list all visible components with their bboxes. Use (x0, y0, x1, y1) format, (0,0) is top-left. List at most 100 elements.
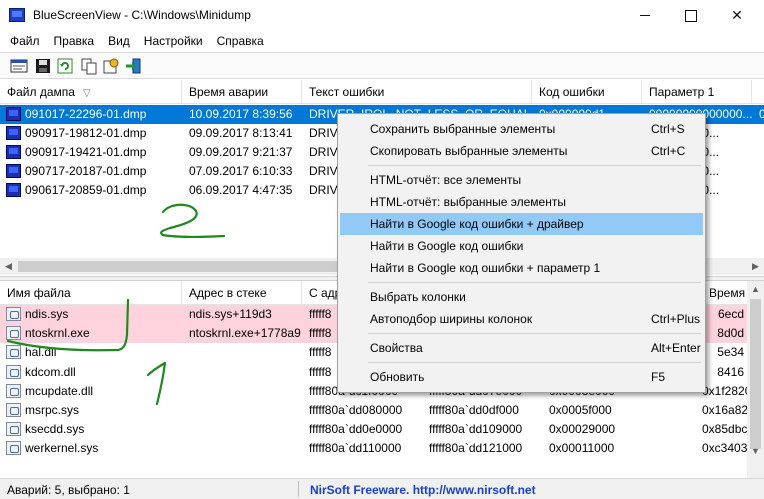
context-menu-item[interactable]: Автоподбор ширины колонок Ctrl+Plus (340, 308, 703, 330)
menu-item-label: Обновить (370, 370, 425, 384)
menu-item-label: Найти в Google код ошибки (370, 239, 524, 253)
close-button[interactable]: ✕ (714, 0, 760, 31)
crash-time-cell: 06.09.2017 4:47:35 (189, 183, 293, 197)
time-stamp-cell: 6ecd (717, 307, 744, 321)
menu-item-shortcut: F5 (651, 370, 666, 384)
context-menu-item[interactable]: HTML-отчёт: все элементы (340, 169, 703, 191)
copy-icon[interactable] (80, 57, 98, 75)
from-address-cell: fffff80a`dd0e0000 (309, 422, 403, 437)
dump-file-cell: 090717-20187-01.dmp (25, 164, 147, 178)
refresh-icon[interactable] (56, 57, 74, 75)
from-address-cell: fffff80a`dd110000 (309, 441, 402, 456)
size-cell: 0x00011000 (549, 441, 615, 456)
context-menu-item[interactable]: Найти в Google код ошибки + параметр 1 (340, 257, 703, 279)
menu-bar: Файл Правка Вид Настройки Справка (0, 31, 764, 51)
col-bug-code[interactable]: Код ошибки (532, 80, 642, 104)
stack-address-cell (182, 382, 302, 401)
exit-icon[interactable] (124, 57, 142, 75)
menu-item-shortcut: Ctrl+S (651, 122, 685, 136)
driver-row[interactable]: msrpc.sys fffff80a`dd080000 fffff80a`dd0df… (0, 401, 747, 420)
dump-file-cell: 091017-22296-01.dmp (25, 107, 147, 121)
context-menu-item[interactable]: Найти в Google код ошибки (340, 235, 703, 257)
menu-view[interactable]: Вид (101, 31, 137, 51)
time-stamp-cell: 8416 (717, 364, 744, 379)
menu-item-label: Скопировать выбранные элементы (370, 144, 568, 158)
col-dump-file-label: Файл дампа (7, 85, 75, 99)
param-2-cell (752, 181, 764, 200)
menu-item-label: Сохранить выбранные элементы (370, 122, 556, 136)
context-menu: Сохранить выбранные элементы Ctrl+S Скопир… (337, 113, 706, 393)
options-icon[interactable] (102, 57, 120, 75)
col-filename[interactable]: Имя файла (0, 281, 182, 305)
col-dump-file[interactable]: Файл дампа ▽ (0, 80, 182, 104)
param-2-cell (752, 162, 764, 181)
to-address-cell: fffff80a`dd0df000 (429, 403, 519, 417)
context-menu-item[interactable]: Свойства Alt+Enter (340, 337, 703, 359)
scroll-up-icon[interactable]: ▲ (747, 281, 764, 298)
context-menu-item[interactable]: Сохранить выбранные элементы Ctrl+S (340, 118, 703, 140)
properties-icon[interactable] (10, 57, 28, 75)
driver-list-vscroll-thumb[interactable] (750, 299, 761, 449)
time-stamp-cell: 0x1f2820a (702, 383, 747, 398)
crash-time-cell: 09.09.2017 9:21:37 (189, 145, 293, 159)
menu-separator (368, 165, 701, 166)
dump-file-cell: 090917-19812-01.dmp (25, 126, 147, 140)
driver-filename-cell: ndis.sys (25, 307, 69, 321)
col-time[interactable]: Время (702, 281, 747, 305)
driver-row[interactable]: ksecdd.sys fffff80a`dd0e0000 fffff80a`dd10… (0, 420, 747, 439)
nirsoft-link[interactable]: NirSoft Freeware. http://www.nirsoft.net (310, 483, 536, 497)
scroll-down-icon[interactable]: ▼ (747, 443, 764, 460)
menu-item-shortcut: Alt+Enter (651, 341, 701, 355)
to-address-cell: fffff80a`dd109000 (429, 422, 523, 437)
window-title: BlueScreenView - C:\Windows\Minidump (33, 8, 251, 22)
menu-separator (368, 282, 701, 283)
menu-item-shortcut: Ctrl+C (651, 144, 686, 158)
menu-item-label: Найти в Google код ошибки + параметр 1 (370, 261, 601, 275)
stack-address-cell (182, 439, 302, 458)
menu-item-label: Свойства (370, 341, 423, 355)
context-menu-item[interactable]: Выбрать колонки (340, 286, 703, 308)
menu-item-label: HTML-отчёт: все элементы (370, 173, 522, 187)
menu-edit[interactable]: Правка (47, 31, 102, 51)
scroll-right-icon[interactable]: ▶ (747, 258, 764, 275)
context-menu-item[interactable]: HTML-отчёт: выбранные элементы (340, 191, 703, 213)
time-stamp-cell: 5e34 (717, 345, 744, 360)
col-stack-address[interactable]: Адрес в стеке (182, 281, 302, 305)
driver-filename-cell: hal.dll (25, 345, 57, 360)
menu-separator (368, 333, 701, 334)
param-2-cell (752, 143, 764, 162)
context-menu-item[interactable]: Скопировать выбранные элементы Ctrl+C (340, 140, 703, 162)
col-crash-time[interactable]: Время аварии (182, 80, 302, 104)
bluescreenview-app-icon (9, 8, 25, 22)
title-bar: BlueScreenView - C:\Windows\Minidump ✕ (0, 0, 764, 31)
dump-file-cell: 090617-20859-01.dmp (25, 183, 147, 197)
dump-file-cell: 090917-19421-01.dmp (25, 145, 147, 159)
stack-address-cell (182, 363, 302, 382)
driver-list-vscrollbar[interactable]: ▲ ▼ (747, 281, 764, 478)
crash-count-status: Аварий: 5, выбрано: 1 (7, 483, 130, 497)
size-cell: 0x00029000 (549, 422, 616, 437)
menu-item-shortcut: Ctrl+Plus (651, 312, 701, 326)
save-icon[interactable] (34, 57, 52, 75)
col-param-1[interactable]: Параметр 1 (642, 80, 752, 104)
scroll-left-icon[interactable]: ◀ (0, 258, 17, 275)
driver-filename-cell: ksecdd.sys (25, 422, 85, 437)
minimize-button[interactable] (622, 0, 668, 31)
context-menu-item[interactable]: Найти в Google код ошибки + драйвер (340, 213, 703, 235)
stack-address-cell: ntoskrnl.exe+1778a9 (189, 326, 301, 341)
menu-item-label: Выбрать колонки (370, 290, 466, 304)
maximize-button[interactable] (668, 0, 714, 31)
menu-item-label: Автоподбор ширины колонок (370, 312, 533, 326)
menu-options[interactable]: Настройки (137, 31, 210, 51)
dump-list-header: Файл дампа ▽ Время аварии Текст ошибки Ко… (0, 80, 764, 104)
driver-filename-cell: kdcom.dll (25, 364, 76, 379)
menu-item-label: Найти в Google код ошибки + драйвер (370, 217, 584, 231)
time-stamp-cell: 0xc3403c42 (702, 441, 747, 456)
col-param-2[interactable] (752, 80, 764, 104)
menu-file[interactable]: Файл (3, 31, 47, 51)
driver-row[interactable]: werkernel.sys fffff80a`dd110000 fffff80a`d… (0, 439, 747, 458)
context-menu-item[interactable]: Обновить F5 (340, 366, 703, 388)
menu-item-label: HTML-отчёт: выбранные элементы (370, 195, 566, 209)
menu-help[interactable]: Справка (210, 31, 271, 51)
col-bug-text[interactable]: Текст ошибки (302, 80, 532, 104)
